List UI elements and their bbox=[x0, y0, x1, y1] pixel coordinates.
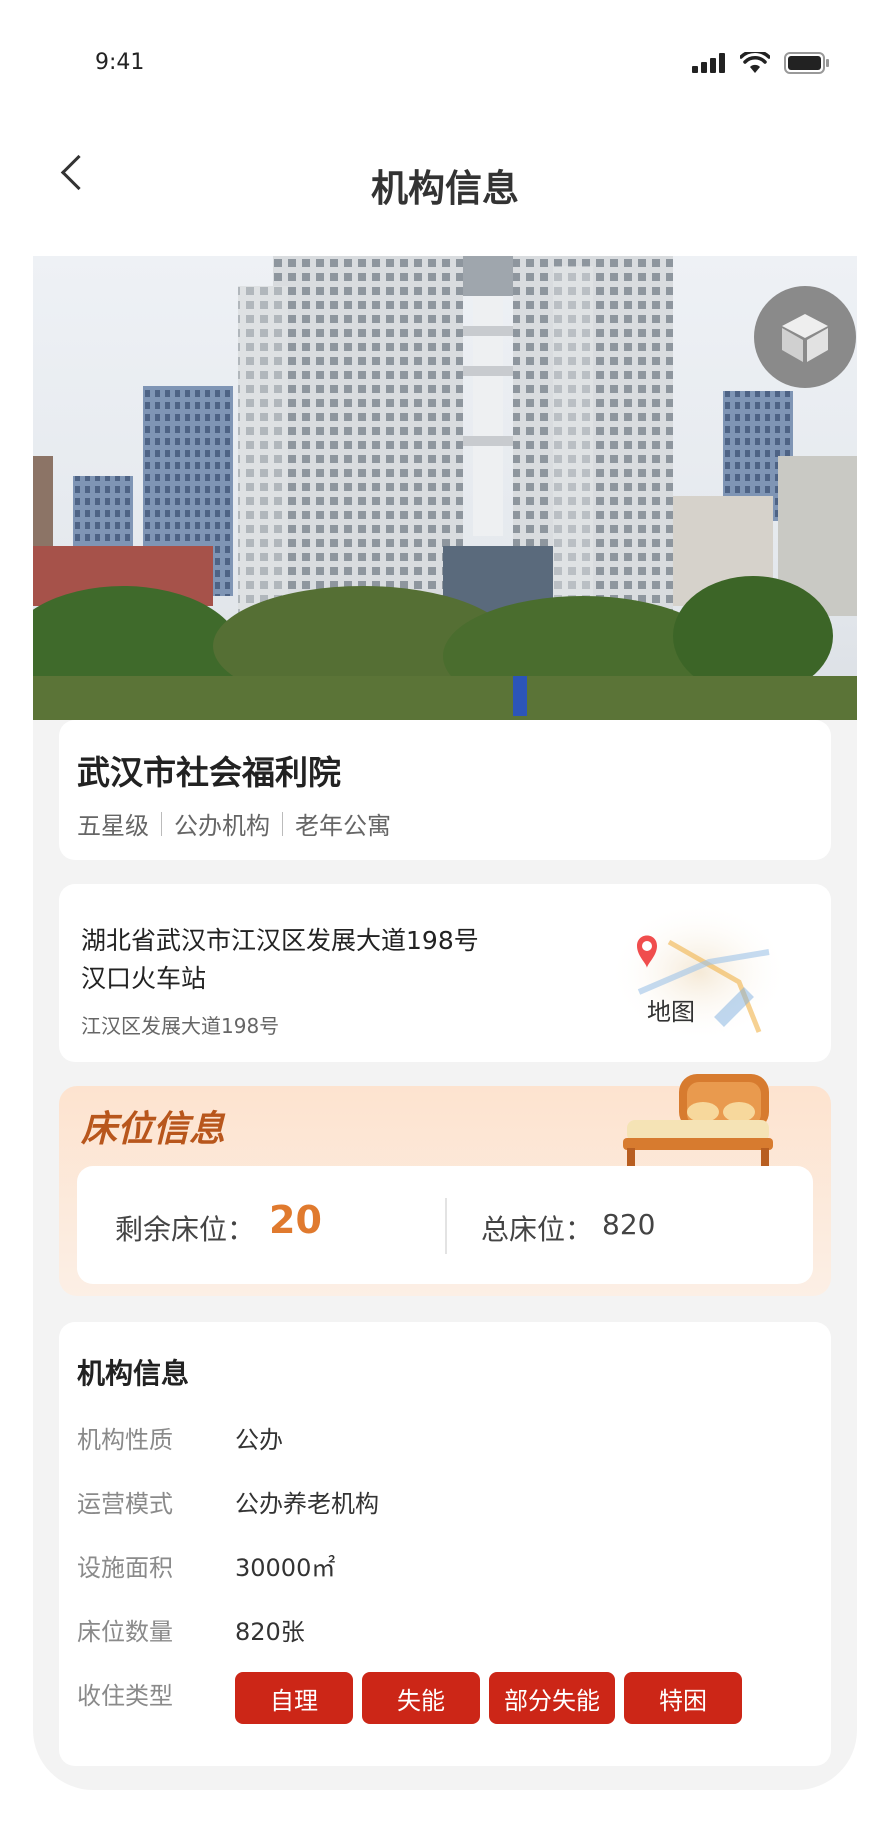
operation-mode-value: 公办养老机构 bbox=[235, 1490, 379, 1518]
address-card: 湖北省武汉市江汉区发展大道198号 汉口火车站 江汉区发展大道198号 地图 bbox=[59, 884, 831, 1062]
care-type-tag[interactable]: 失能 bbox=[362, 1672, 480, 1724]
cube-icon bbox=[782, 314, 828, 362]
address-detail: 江汉区发展大道198号 bbox=[81, 1014, 280, 1038]
remaining-beds-value: 20 bbox=[269, 1198, 322, 1242]
3d-view-button[interactable] bbox=[754, 286, 856, 388]
bed-info-title: 床位信息 bbox=[81, 1109, 226, 1150]
institution-name: 武汉市社会福利院 bbox=[77, 753, 341, 792]
tag-category: 老年公寓 bbox=[295, 812, 391, 840]
map-button[interactable] bbox=[609, 902, 789, 1042]
care-type-label: 收住类型 bbox=[77, 1682, 173, 1710]
operation-mode-label: 运营模式 bbox=[77, 1490, 173, 1518]
building-photo bbox=[33, 256, 857, 752]
tag-rating: 五星级 bbox=[77, 812, 149, 840]
nature-value: 公办 bbox=[235, 1426, 283, 1454]
institution-card: 武汉市社会福利院 五星级 公办机构 老年公寓 bbox=[59, 720, 831, 860]
map-label: 地图 bbox=[647, 998, 695, 1026]
bed-count-label: 床位数量 bbox=[77, 1618, 173, 1646]
care-type-tag[interactable]: 部分失能 bbox=[489, 1672, 615, 1724]
tag-separator bbox=[161, 811, 162, 836]
address-main: 湖北省武汉市江汉区发展大道198号 汉口火车站 bbox=[81, 922, 479, 998]
status-icons bbox=[692, 52, 830, 74]
care-type-tag[interactable]: 自理 bbox=[235, 1672, 353, 1724]
bed-stats-card: 剩余床位： 20 总床位： 820 bbox=[77, 1166, 813, 1284]
remaining-beds-label: 剩余床位： bbox=[115, 1213, 256, 1246]
institution-info-card: 机构信息 机构性质 公办 运营模式 公办养老机构 设施面积 30000㎡ 床位数… bbox=[59, 1322, 831, 1766]
tag-separator bbox=[282, 811, 283, 836]
status-time: 9:41 bbox=[95, 50, 145, 75]
address-line2: 汉口火车站 bbox=[81, 964, 207, 993]
care-type-tag[interactable]: 特困 bbox=[624, 1672, 742, 1724]
battery-icon bbox=[784, 52, 829, 74]
wifi-icon bbox=[740, 52, 770, 73]
nature-label: 机构性质 bbox=[77, 1426, 173, 1454]
bed-icon bbox=[623, 1074, 773, 1166]
total-beds-label: 总床位： bbox=[481, 1213, 594, 1246]
bed-count-value: 820张 bbox=[235, 1618, 305, 1646]
bed-divider bbox=[445, 1198, 447, 1254]
institution-tags: 五星级 公办机构 老年公寓 bbox=[77, 806, 391, 841]
hero-image bbox=[33, 256, 857, 752]
address-line1: 湖北省武汉市江汉区发展大道198号 bbox=[81, 926, 479, 955]
facility-area-label: 设施面积 bbox=[77, 1554, 173, 1582]
map-thumbnail-icon bbox=[609, 902, 789, 1042]
bed-info-section: 床位信息 剩余床位： 20 总床位： 820 bbox=[59, 1074, 831, 1296]
info-title: 机构信息 bbox=[77, 1357, 190, 1390]
signal-icon bbox=[692, 53, 725, 73]
total-beds-value: 820 bbox=[602, 1208, 656, 1241]
facility-area-value: 30000㎡ bbox=[235, 1554, 336, 1582]
tag-type: 公办机构 bbox=[174, 812, 270, 840]
page-title: 机构信息 bbox=[371, 167, 519, 210]
